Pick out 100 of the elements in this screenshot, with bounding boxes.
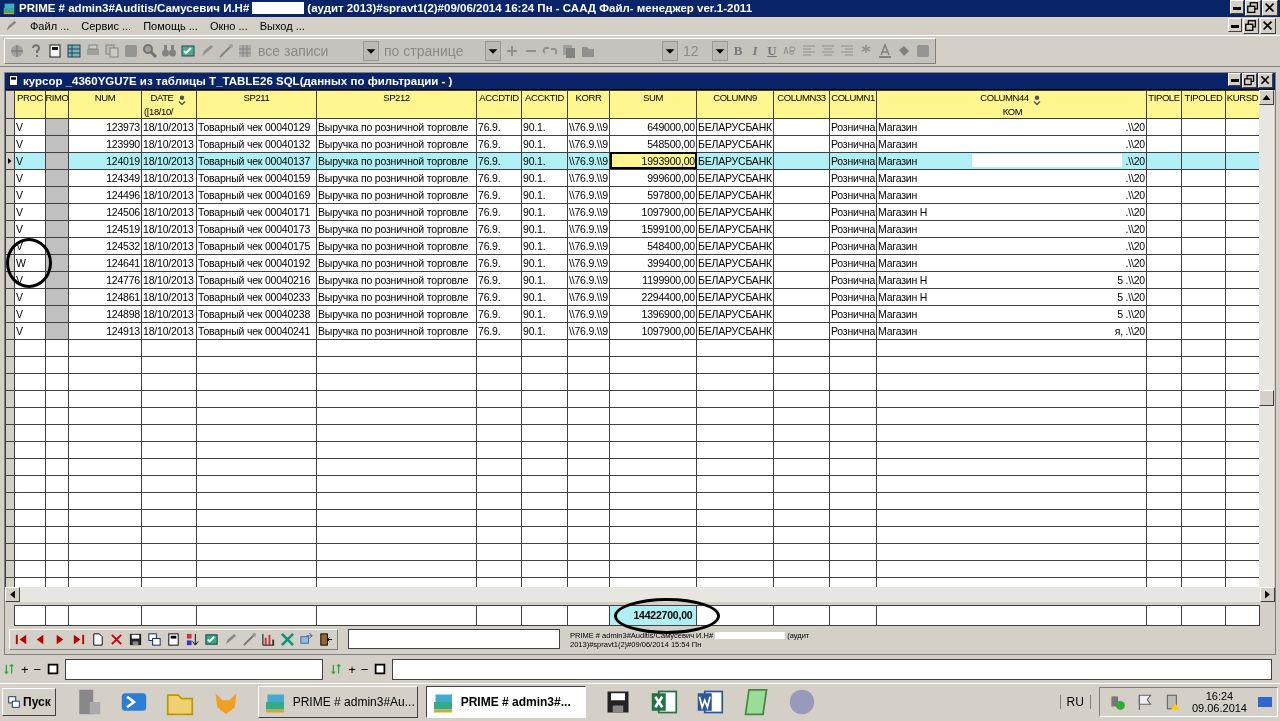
column-header[interactable]: SUM (609, 90, 697, 118)
table-cell: Товарный чек 00040132 (196, 135, 317, 152)
close-icon (1259, 74, 1272, 87)
restore-button[interactable] (1242, 73, 1257, 88)
column-header[interactable]: ACCDTID (476, 90, 522, 118)
taskbar-button[interactable]: PRIME # admin3#... (425, 686, 586, 719)
calculator-icon[interactable] (166, 631, 181, 647)
language-indicator[interactable]: RU (1059, 695, 1091, 710)
table-row[interactable]: V 123990 18/10/2013 Товарный чек 00040132 Выручка по розничной торговле 76.9. 90.1. \\76.9.\\9 548500,00 БЕЛАРУСБАНК Рознична Магазин .\\20 (5, 135, 1259, 152)
windows-icon[interactable] (147, 631, 162, 647)
table-row[interactable]: V 124519 18/10/2013 Товарный чек 00040173 Выручка по розничной торговле 76.9. 90.1. \\76.9.\\9 1599100,00 БЕЛАРУСБАНК Рознична Магазин .\\20 (5, 220, 1259, 237)
table-cell: Рознична (829, 305, 877, 322)
table-row[interactable]: V 124913 18/10/2013 Товарный чек 00040241 Выручка по розничной торговле 76.9. 90.1. \\76.9.\\9 1097900,00 БЕЛАРУСБАНК Рознична Магазин я, .\\20 (5, 322, 1259, 339)
clock-time[interactable]: 16:24 (1205, 690, 1234, 703)
restore-button[interactable] (1245, 0, 1261, 17)
window-title: (аудит 2013)#spravt1(2)#09/06/2014 16:24 Пн - СААД Файл- менеджер ver.1-2011 (307, 2, 753, 15)
column-header[interactable]: SP211 (196, 90, 317, 118)
scroll-thumb[interactable] (1259, 389, 1274, 406)
column-header[interactable]: DATE ([18/10/ (141, 90, 197, 118)
table-row[interactable]: V 123973 18/10/2013 Товарный чек 00040129 Выручка по розничной торговле 76.9. 90.1. \\76.9.\\9 649000,00 БЕЛАРУСБАНК Рознична Магазин .\\20 (5, 118, 1259, 135)
close-button[interactable] (1262, 0, 1278, 17)
add-button[interactable]: + (21, 661, 29, 677)
sort-icon[interactable] (185, 631, 200, 647)
search-icon[interactable] (142, 42, 158, 59)
dropdown-button[interactable] (712, 40, 728, 61)
text-color-icon[interactable] (877, 42, 893, 59)
table-row[interactable]: V 124496 18/10/2013 Товарный чек 00040169 Выручка по розничной торговле 76.9. 90.1. \\76.9.\\9 597800,00 БЕЛАРУСБАНК Рознична Магазин .\\20 (5, 186, 1259, 203)
table-cell: Товарный чек 00040216 (196, 271, 317, 288)
column-header[interactable]: COLUMN33 (773, 90, 830, 118)
taskbar-button[interactable]: PRIME # admin3#Au... (257, 686, 418, 719)
checkbox-icon[interactable] (373, 662, 388, 676)
minimize-button[interactable] (1230, 0, 1244, 15)
checklist-icon[interactable] (204, 631, 219, 647)
table-cell: 124913 (68, 322, 142, 339)
minimize-button[interactable] (1228, 73, 1241, 86)
filter-field[interactable] (65, 658, 324, 680)
table-icon[interactable] (66, 42, 82, 59)
column-header[interactable]: PROC (14, 90, 46, 118)
dropdown-button[interactable] (363, 40, 379, 61)
table-cell: БЕЛАРУСБАНК (696, 118, 774, 135)
table-row[interactable]: V 124898 18/10/2013 Товарный чек 00040238 Выручка по розничной торговле 76.9. 90.1. \\76.9.\\9 1396900,00 БЕЛАРУСБАНК Рознична Магазин 5 .\\20 (5, 305, 1259, 322)
dropdown-button[interactable] (485, 40, 501, 61)
dropdown-button[interactable] (662, 40, 678, 61)
table-cell: Выручка по розничной торговле (316, 254, 477, 271)
remove-button[interactable]: − (360, 661, 369, 677)
table-cell: 76.9. (476, 322, 522, 339)
wand-icon[interactable] (242, 631, 257, 647)
column-header[interactable]: TIPOLE (1146, 90, 1182, 118)
new-document-icon[interactable] (90, 631, 105, 647)
table-cell: Рознична (829, 186, 877, 203)
column-header[interactable]: TIPOLED (1181, 90, 1226, 118)
table-cell: \\76.9.\\9 (567, 118, 610, 135)
column-header[interactable]: COLUMN1 (829, 90, 877, 118)
calculator-icon[interactable] (47, 42, 63, 59)
menu-item[interactable]: Сервис ... (81, 19, 132, 32)
table-cell: Рознична (829, 220, 877, 237)
checkbox-icon[interactable] (46, 662, 61, 676)
menu-item[interactable]: Помощь ... (143, 19, 198, 32)
menu-item[interactable]: Выход ... (259, 19, 305, 32)
table-cell: 76.9. (476, 254, 522, 271)
table-cell: 18/10/2013 (141, 118, 197, 135)
table-cell: 90.1. (521, 186, 568, 203)
column-header[interactable]: ACCKTID (521, 90, 568, 118)
remove-button[interactable]: − (33, 661, 42, 677)
menu-item[interactable]: Файл ... (30, 19, 70, 32)
minimize-button[interactable] (1228, 17, 1242, 32)
clock-date[interactable]: 09.06.2014 (1191, 702, 1247, 715)
column-header[interactable]: NUM (68, 90, 142, 118)
chart-icon[interactable] (261, 631, 276, 647)
add-button[interactable]: + (348, 661, 356, 677)
table-cell: Магазин Н (878, 205, 928, 218)
table-row[interactable]: V 124506 18/10/2013 Товарный чек 00040171 Выручка по розничной торговле 76.9. 90.1. \\76.9.\\9 1097900,00 БЕЛАРУСБАНК Рознична Магазин Н .\\20 (5, 203, 1259, 220)
menu-item[interactable]: Окно ... (209, 19, 248, 32)
table-cell: 999600,00 (609, 169, 697, 186)
start-button[interactable]: Пуск (2, 688, 56, 717)
close-button[interactable] (1258, 73, 1273, 88)
filter-field[interactable] (392, 658, 1273, 680)
checklist-icon[interactable] (180, 42, 196, 59)
input-field[interactable] (348, 629, 560, 649)
delete-icon[interactable] (109, 631, 124, 647)
table-cell: Выручка по розничной торговле (316, 305, 477, 322)
exit-icon[interactable] (318, 631, 333, 647)
column-header[interactable]: KURSD (1225, 90, 1259, 118)
column-header[interactable]: KORR (567, 90, 610, 118)
save-icon[interactable] (128, 631, 143, 647)
table-cell: 76.9. (476, 305, 522, 322)
table-cell: 18/10/2013 (141, 203, 197, 220)
scroll-up-button[interactable] (1259, 89, 1274, 105)
table-cell: 548400,00 (609, 237, 697, 254)
table-cell: Магазин (878, 171, 918, 184)
restore-button[interactable] (1243, 17, 1259, 34)
table-row[interactable]: V 124861 18/10/2013 Товарный чек 00040233 Выручка по розничной торговле 76.9. 90.1. \\76.9.\\9 2294400,00 БЕЛАРУСБАНК Рознична Магазин Н 5 .\\20 (5, 288, 1259, 305)
column-header[interactable]: COLUMN9 (696, 90, 774, 118)
column-header[interactable]: COLUMN44 КОМ (876, 90, 1147, 118)
column-header[interactable]: SP212 (316, 90, 477, 118)
table-row[interactable]: V 124349 18/10/2013 Товарный чек 00040159 Выручка по розничной торговле 76.9. 90.1. \\76.9.\\9 999600,00 БЕЛАРУСБАНК Рознична Магазин .\\20 (5, 169, 1259, 186)
table-cell: Рознична (829, 322, 877, 339)
table-row[interactable]: V 124019 18/10/2013 Товарный чек 00040137 Выручка по розничной торговле 76.9. 90.1. \\76.9.\\9 1993900,00 БЕЛАРУСБАНК Рознична Магазин .\\20 (5, 152, 1259, 169)
table-cell: Магазин (878, 120, 918, 133)
close-button[interactable] (1260, 17, 1276, 34)
